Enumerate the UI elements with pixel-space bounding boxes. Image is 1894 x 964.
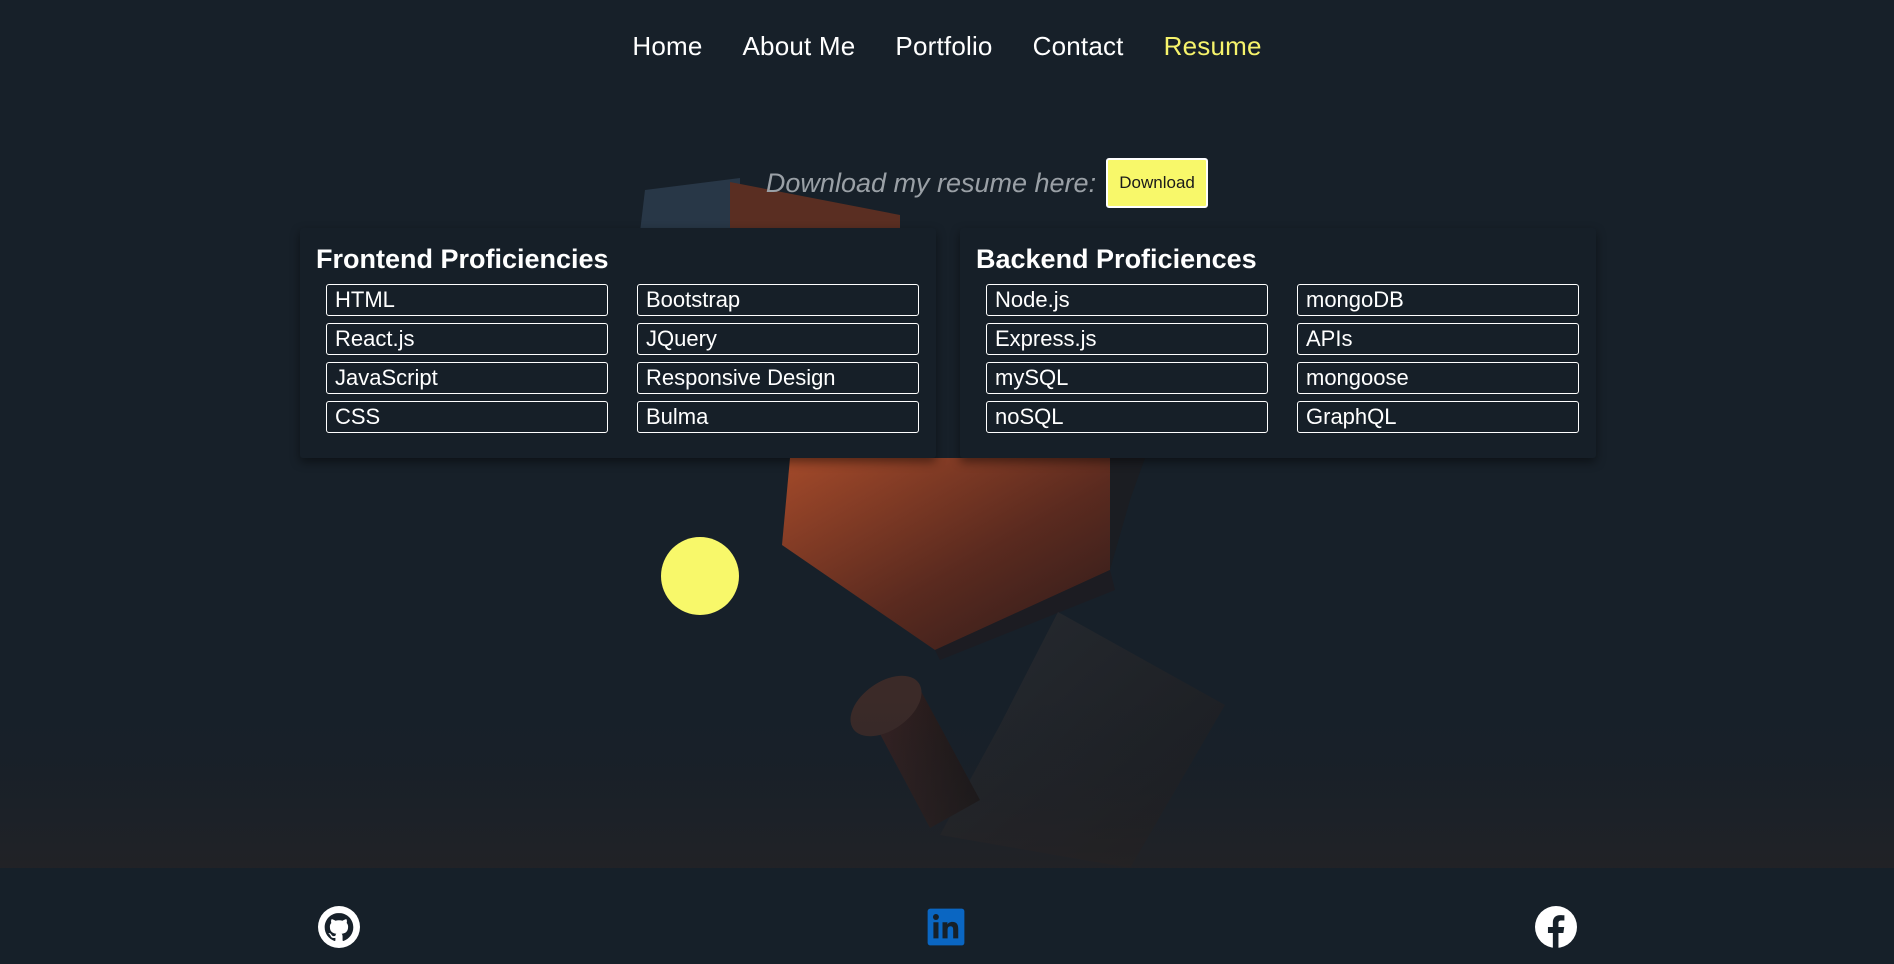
linkedin-icon[interactable]: [925, 906, 967, 948]
skill-chip: mongoose: [1297, 362, 1579, 394]
backend-proficiencies-card: Backend Proficiences Node.js mongoDB Exp…: [960, 228, 1596, 458]
frontend-proficiencies-card: Frontend Proficiencies HTML Bootstrap Re…: [300, 228, 936, 458]
download-row: Download my resume here: Download: [0, 158, 1894, 208]
skill-chip: GraphQL: [1297, 401, 1579, 433]
skill-chip: Bulma: [637, 401, 919, 433]
nav-contact-link[interactable]: Contact: [1033, 28, 1124, 64]
main-nav: Home About Me Portfolio Contact Resume: [0, 28, 1894, 64]
skill-chip: Node.js: [986, 284, 1268, 316]
nav-home-link[interactable]: Home: [632, 28, 702, 64]
skill-chip: Bootstrap: [637, 284, 919, 316]
frontend-title: Frontend Proficiencies: [316, 244, 609, 274]
resume-page: Home About Me Portfolio Contact Resume D…: [0, 0, 1894, 964]
github-icon[interactable]: [318, 906, 360, 948]
skill-chip: JQuery: [637, 323, 919, 355]
skill-chip: mySQL: [986, 362, 1268, 394]
cursor-dot: [661, 537, 739, 615]
download-prompt: Download my resume here:: [765, 167, 1097, 198]
nav-portfolio-link[interactable]: Portfolio: [895, 28, 992, 64]
backend-title: Backend Proficiences: [976, 244, 1257, 274]
background-art: [0, 178, 1894, 868]
skill-chip: Express.js: [986, 323, 1268, 355]
skill-chip: APIs: [1297, 323, 1579, 355]
skill-chip: mongoDB: [1297, 284, 1579, 316]
backend-skills-grid: Node.js mongoDB Express.js APIs mySQL mo…: [986, 284, 1579, 433]
download-button[interactable]: Download: [1106, 158, 1209, 208]
skill-chip: JavaScript: [326, 362, 608, 394]
skill-chip: noSQL: [986, 401, 1268, 433]
skill-chip: HTML: [326, 284, 608, 316]
skill-chip: CSS: [326, 401, 608, 433]
skill-chip: React.js: [326, 323, 608, 355]
frontend-skills-grid: HTML Bootstrap React.js JQuery JavaScrip…: [326, 284, 919, 433]
nav-about-me-link[interactable]: About Me: [743, 28, 856, 64]
nav-resume-link[interactable]: Resume: [1164, 28, 1262, 64]
skill-chip: Responsive Design: [637, 362, 919, 394]
facebook-icon[interactable]: [1535, 906, 1577, 948]
